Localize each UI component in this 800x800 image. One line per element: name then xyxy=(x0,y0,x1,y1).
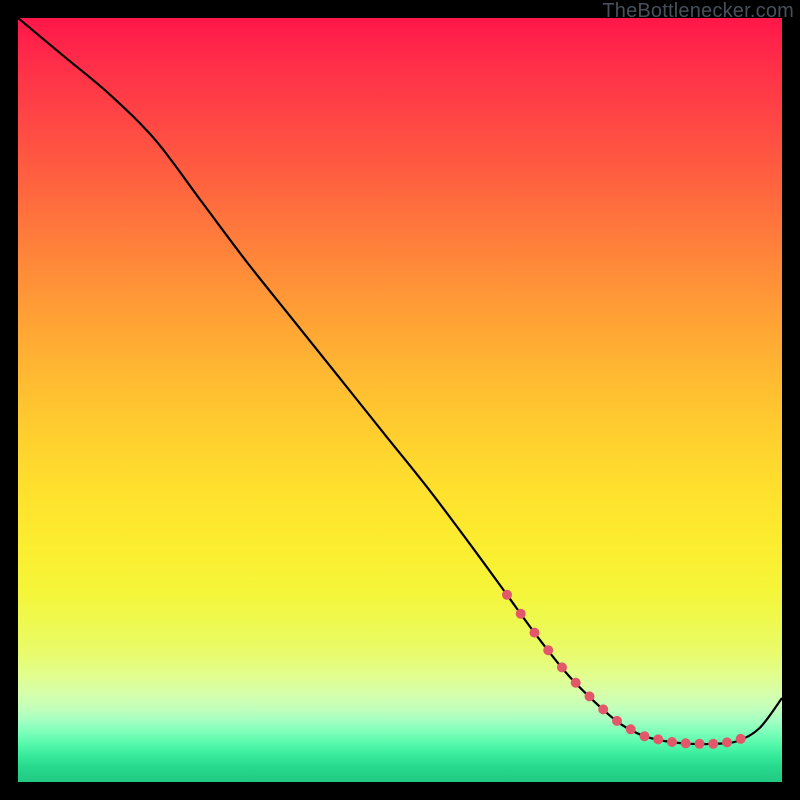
curve-dot xyxy=(557,662,567,672)
curve-dot xyxy=(695,739,705,749)
curve-dot xyxy=(530,628,540,638)
curve-dot xyxy=(598,704,608,714)
curve-dot xyxy=(640,731,650,741)
chart-stage: TheBottlenecker.com xyxy=(0,0,800,800)
curve-line xyxy=(18,18,782,744)
curve-dot xyxy=(736,734,746,744)
curve-dot xyxy=(626,724,636,734)
curve-dot xyxy=(585,691,595,701)
curve-dot xyxy=(681,738,691,748)
curve-dot xyxy=(667,737,677,747)
curve-dot xyxy=(722,737,732,747)
curve-layer xyxy=(18,18,782,782)
curve-dot xyxy=(543,645,553,655)
curve-dot xyxy=(571,678,581,688)
curve-dot xyxy=(502,590,512,600)
bottleneck-curve xyxy=(18,18,782,749)
curve-dot xyxy=(612,716,622,726)
plot-area xyxy=(18,18,782,782)
curve-dot xyxy=(653,734,663,744)
curve-dot xyxy=(708,739,718,749)
watermark-text: TheBottlenecker.com xyxy=(602,0,794,23)
curve-dot xyxy=(516,609,526,619)
